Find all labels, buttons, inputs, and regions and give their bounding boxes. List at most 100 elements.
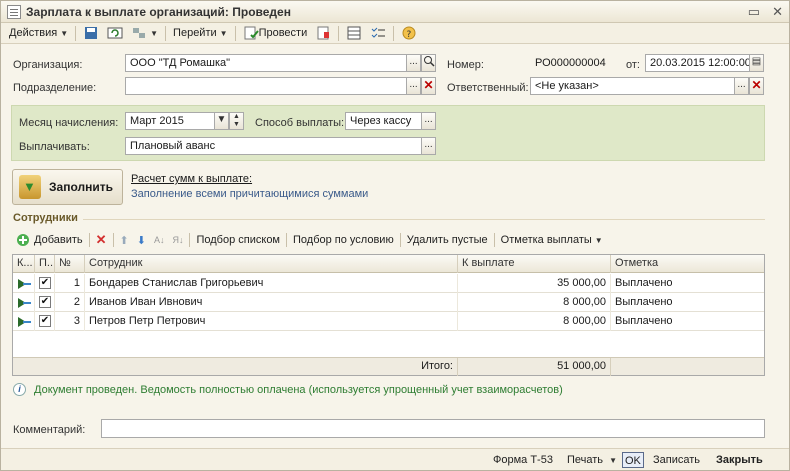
comment-label: Комментарий: (13, 424, 86, 436)
organization-select-button[interactable]: ... (406, 54, 421, 72)
main-toolbar: Действия ▼ ▼ Перейти ▼ Провести ? (1, 23, 789, 44)
refresh-button[interactable] (103, 24, 127, 43)
delete-row-button[interactable]: ✕ (92, 231, 111, 249)
payment-method-select-button[interactable]: ... (421, 112, 436, 130)
column-header-amount[interactable]: К выплате (458, 255, 611, 273)
row-number: 3 (55, 312, 85, 331)
month-dropdown-icon[interactable]: ▼ (214, 112, 229, 130)
toolbar-separator (75, 25, 77, 41)
payment-mark-label: Отметка выплаты (500, 234, 592, 246)
add-button[interactable]: Добавить (12, 231, 87, 249)
row-paid-cell: ✔ (35, 312, 55, 331)
info-icon: i (13, 383, 26, 396)
column-header-kind[interactable]: К... (13, 255, 35, 273)
form-t53-button[interactable]: Форма Т-53 (493, 452, 553, 468)
employees-table: К... П... № Сотрудник К выплате Отметка … (12, 254, 765, 376)
add-icon (17, 234, 29, 246)
table-row[interactable]: ✔ 3 Петров Петр Петрович 8 000,00 Выплач… (13, 312, 764, 331)
row-number: 2 (55, 293, 85, 312)
floppy-icon (85, 27, 98, 39)
department-field[interactable] (125, 77, 407, 95)
responsible-field[interactable]: <Не указан> (530, 77, 735, 95)
total-label: Итого: (85, 358, 458, 376)
toolbar-separator (286, 233, 287, 247)
responsible-select-button[interactable]: ... (734, 77, 749, 95)
row-kind-cell (13, 312, 35, 331)
calc-link[interactable]: Расчет сумм к выплате: (131, 173, 252, 185)
paid-checkbox[interactable]: ✔ (39, 315, 51, 327)
row-kind-cell (13, 293, 35, 312)
caret-down-icon: ▼ (609, 456, 618, 465)
table-row[interactable]: ✔ 1 Бондарев Станислав Григорьевич 35 00… (13, 274, 764, 293)
print-menu[interactable]: Печать ▼ (567, 452, 617, 468)
add-label: Добавить (34, 234, 83, 246)
column-header-number[interactable]: № (55, 255, 85, 273)
go-menu[interactable]: Перейти ▼ (169, 24, 232, 43)
caret-down-icon: ▼ (60, 28, 69, 38)
fill-all-link[interactable]: Заполнение всеми причитающимися суммами (131, 188, 368, 200)
payment-mark-menu[interactable]: Отметка выплаты ▼ (497, 231, 607, 249)
month-field[interactable]: Март 2015 (125, 112, 215, 130)
sort-desc-button[interactable]: Я↓ (168, 231, 187, 249)
checklist-button[interactable] (366, 24, 390, 43)
row-paid-cell: ✔ (35, 293, 55, 312)
row-arrow-icon (18, 317, 31, 327)
row-employee: Иванов Иван Ивнович (85, 293, 458, 312)
caret-down-icon: ▼ (150, 28, 159, 38)
table-header: К... П... № Сотрудник К выплате Отметка (13, 255, 764, 273)
table-row[interactable]: ✔ 2 Иванов Иван Ивнович 8 000,00 Выплаче… (13, 293, 764, 312)
pick-condition-button[interactable]: Подбор по условию (289, 231, 398, 249)
number-field[interactable]: РО000000004 (530, 54, 618, 72)
sort-asc-button[interactable]: A↓ (150, 231, 169, 249)
total-value: 51 000,00 (458, 358, 611, 376)
toolbar-separator (88, 233, 90, 247)
ok-button[interactable]: OK (622, 452, 644, 468)
month-spinner-icon[interactable]: ▲ ▼ (229, 112, 244, 130)
responsible-clear-icon[interactable]: ✕ (749, 77, 764, 95)
save-button[interactable]: Записать (653, 452, 700, 468)
structure-button[interactable]: ▼ (127, 24, 162, 43)
column-header-paid[interactable]: П... (35, 255, 55, 273)
pay-select-button[interactable]: ... (421, 137, 436, 155)
paid-checkbox[interactable]: ✔ (39, 277, 51, 289)
department-select-button[interactable]: ... (406, 77, 421, 95)
paid-checkbox[interactable]: ✔ (39, 296, 51, 308)
print-preview-button[interactable] (311, 24, 335, 43)
table-footer: Итого: 51 000,00 (13, 357, 764, 376)
help-button[interactable]: ? (397, 24, 421, 43)
close-icon[interactable]: ✕ (772, 4, 783, 20)
pay-field[interactable]: Плановый аванс (125, 137, 422, 155)
list-settings-button[interactable] (342, 24, 366, 43)
post-button[interactable]: Провести (239, 24, 312, 43)
row-mark: Выплачено (615, 296, 673, 308)
organization-label: Организация: (13, 59, 83, 71)
close-button[interactable]: Закрыть (716, 452, 763, 468)
row-arrow-icon (18, 279, 31, 289)
bottom-bar: Форма Т-53 Печать ▼ OK Записать Закрыть (1, 448, 789, 470)
calendar-icon[interactable]: ▤ (749, 54, 764, 72)
minimize-icon[interactable]: ▭ (748, 4, 760, 20)
toolbar-separator (338, 25, 340, 41)
pick-list-button[interactable]: Подбор списком (192, 231, 284, 249)
column-header-employee[interactable]: Сотрудник (85, 255, 458, 273)
actions-menu[interactable]: Действия ▼ (5, 24, 72, 43)
column-header-mark[interactable]: Отметка (611, 255, 764, 273)
search-icon[interactable] (421, 54, 436, 72)
print-label: Печать (567, 454, 604, 466)
date-field[interactable]: 20.03.2015 12:00:00 (645, 54, 750, 72)
number-label: Номер: (447, 59, 484, 71)
section-divider (83, 219, 765, 220)
organization-field[interactable]: ООО "ТД Ромашка" (125, 54, 407, 72)
delete-empty-button[interactable]: Удалить пустые (403, 231, 492, 249)
document-icon (7, 4, 21, 19)
department-clear-icon[interactable]: ✕ (421, 77, 436, 95)
row-arrow-icon (18, 298, 31, 308)
move-down-button[interactable]: ⬇ (133, 231, 150, 249)
move-up-button[interactable]: ⬆ (116, 231, 133, 249)
fill-button[interactable]: Заполнить (12, 169, 123, 205)
comment-field[interactable] (101, 419, 765, 438)
toolbar-separator (165, 25, 167, 41)
payment-method-field[interactable]: Через кассу (345, 112, 422, 130)
caret-down-icon: ▼ (594, 235, 603, 245)
save-icon-button[interactable] (79, 24, 103, 43)
